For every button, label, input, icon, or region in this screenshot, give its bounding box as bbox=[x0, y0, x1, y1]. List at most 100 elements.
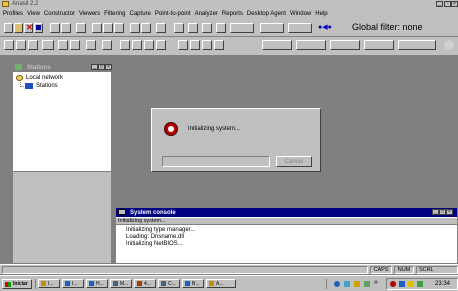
grid-2-icon[interactable] bbox=[190, 40, 200, 50]
stations-minimize-icon[interactable]: _ bbox=[91, 64, 98, 70]
help-1-icon[interactable] bbox=[120, 40, 130, 50]
layers-icon[interactable] bbox=[28, 40, 38, 50]
taskbar-button[interactable]: 4... bbox=[134, 279, 156, 288]
chart-icon[interactable] bbox=[103, 23, 113, 33]
mail-icon bbox=[113, 281, 118, 286]
tray-network-icon[interactable] bbox=[399, 281, 405, 287]
menu-window[interactable]: Window bbox=[290, 11, 311, 17]
taskbar-button[interactable]: M... bbox=[110, 279, 132, 288]
taskbar-button-label: I... bbox=[72, 280, 78, 287]
pause-icon[interactable] bbox=[141, 23, 151, 33]
console-title-bar: System console bbox=[116, 208, 457, 217]
range-1-control[interactable] bbox=[262, 40, 292, 50]
graph-icon[interactable] bbox=[260, 23, 284, 33]
taskbar-divider bbox=[326, 279, 327, 289]
tree-child-label[interactable]: Stations bbox=[36, 83, 58, 89]
viewer-icon[interactable] bbox=[130, 23, 140, 33]
help-3-icon[interactable] bbox=[144, 40, 154, 50]
global-filter-label: Global filter: none bbox=[352, 22, 423, 32]
columns-icon[interactable] bbox=[102, 40, 112, 50]
zoom-out-icon[interactable] bbox=[70, 40, 80, 50]
delete-icon[interactable]: ✕ bbox=[24, 23, 33, 33]
grid-1-icon[interactable] bbox=[178, 40, 188, 50]
stats-icon[interactable] bbox=[156, 23, 166, 33]
cancel-button[interactable]: Cancel bbox=[276, 156, 312, 167]
frame-icon[interactable] bbox=[16, 40, 26, 50]
monitor-icon[interactable] bbox=[188, 23, 198, 33]
globe-icon[interactable] bbox=[444, 40, 454, 50]
filter-icon[interactable] bbox=[92, 23, 102, 33]
restore-icon[interactable]: ▫ bbox=[444, 1, 451, 7]
range-5-control[interactable] bbox=[398, 40, 436, 50]
taskbar-button-label: A... bbox=[216, 280, 224, 287]
close-icon[interactable]: × bbox=[451, 1, 458, 7]
toolbar-main: ✕ ●◀● Global filter: none bbox=[0, 19, 458, 37]
quicklaunch-outlook-icon[interactable] bbox=[344, 281, 350, 287]
menu-filtering[interactable]: Filtering bbox=[104, 11, 125, 17]
stations-panel: Stations _ □ × Local network Stations bbox=[12, 62, 112, 264]
connect-icon[interactable]: ●◀● bbox=[318, 23, 344, 33]
split-icon[interactable] bbox=[216, 23, 226, 33]
arrows-icon[interactable] bbox=[230, 23, 254, 33]
table-icon[interactable] bbox=[174, 23, 184, 33]
taskbar-button[interactable]: I... bbox=[38, 279, 60, 288]
quicklaunch-browser-icon[interactable] bbox=[334, 281, 340, 287]
capture-icon[interactable] bbox=[34, 23, 43, 33]
quicklaunch-app-icon[interactable] bbox=[364, 281, 370, 287]
quicklaunch-desktop-icon[interactable] bbox=[354, 281, 360, 287]
range-4-control[interactable] bbox=[364, 40, 394, 50]
taskbar-button-label: B... bbox=[192, 280, 200, 287]
window-icon[interactable] bbox=[114, 23, 124, 33]
stations-detail-area bbox=[13, 171, 111, 263]
help-2-icon[interactable] bbox=[132, 40, 142, 50]
trend-icon[interactable] bbox=[288, 23, 312, 33]
stop-icon[interactable] bbox=[76, 23, 86, 33]
taskbar-button-label: 4... bbox=[144, 280, 151, 287]
new-icon[interactable] bbox=[4, 23, 13, 33]
menu-point-to-point[interactable]: Point-to-point bbox=[155, 11, 191, 17]
taskbar: Iniciar I... I... H... M... 4... C... B.… bbox=[0, 275, 458, 291]
app-logo-icon bbox=[164, 122, 178, 136]
fit-icon[interactable] bbox=[4, 40, 14, 50]
help-4-icon[interactable] bbox=[156, 40, 166, 50]
tray-security-icon[interactable] bbox=[408, 281, 414, 287]
stations-maximize-icon[interactable]: □ bbox=[98, 64, 105, 70]
grid-icon[interactable] bbox=[50, 23, 60, 33]
minimize-icon[interactable]: _ bbox=[436, 1, 443, 7]
layout-icon[interactable] bbox=[202, 23, 212, 33]
chevron-right-icon[interactable]: » bbox=[374, 279, 378, 286]
network-icon[interactable] bbox=[61, 23, 71, 33]
menu-reports[interactable]: Reports bbox=[222, 11, 243, 17]
console-minimize-icon[interactable]: _ bbox=[432, 209, 439, 215]
menu-capture[interactable]: Capture bbox=[130, 11, 151, 17]
menu-help[interactable]: Help bbox=[315, 11, 327, 17]
start-button[interactable]: Iniciar bbox=[2, 279, 32, 289]
menu-desktop-agent[interactable]: Desktop Agent bbox=[247, 11, 286, 17]
menu-viewers[interactable]: Viewers bbox=[79, 11, 100, 17]
remove-icon[interactable] bbox=[42, 40, 54, 50]
zoom-in-icon[interactable] bbox=[58, 40, 68, 50]
init-dialog: Initializing system... Cancel bbox=[151, 108, 321, 172]
menu-constructor[interactable]: Constructor bbox=[44, 11, 75, 17]
range-2-control[interactable] bbox=[296, 40, 326, 50]
taskbar-button[interactable]: H... bbox=[86, 279, 108, 288]
tray-app-icon[interactable] bbox=[390, 281, 396, 287]
windows-logo-icon bbox=[5, 281, 11, 287]
taskbar-button[interactable]: C... bbox=[158, 279, 180, 288]
menu-view[interactable]: View bbox=[27, 11, 40, 17]
menu-analyzer[interactable]: Analyzer bbox=[195, 11, 218, 17]
tree-root-label[interactable]: Local network bbox=[26, 75, 63, 81]
menu-profiles[interactable]: Profiles bbox=[3, 11, 23, 17]
stations-close-icon[interactable]: × bbox=[105, 64, 112, 70]
range-3-control[interactable] bbox=[330, 40, 360, 50]
taskbar-button[interactable]: A... bbox=[206, 279, 236, 288]
console-maximize-icon[interactable]: □ bbox=[439, 209, 446, 215]
taskbar-button[interactable]: I... bbox=[62, 279, 84, 288]
console-close-icon[interactable]: × bbox=[446, 209, 453, 215]
grid-3-icon[interactable] bbox=[202, 40, 212, 50]
open-folder-icon[interactable] bbox=[14, 23, 23, 33]
tray-volume-icon[interactable] bbox=[417, 281, 423, 287]
list-icon[interactable] bbox=[86, 40, 96, 50]
grid-4-icon[interactable] bbox=[214, 40, 224, 50]
taskbar-button[interactable]: B... bbox=[182, 279, 204, 288]
